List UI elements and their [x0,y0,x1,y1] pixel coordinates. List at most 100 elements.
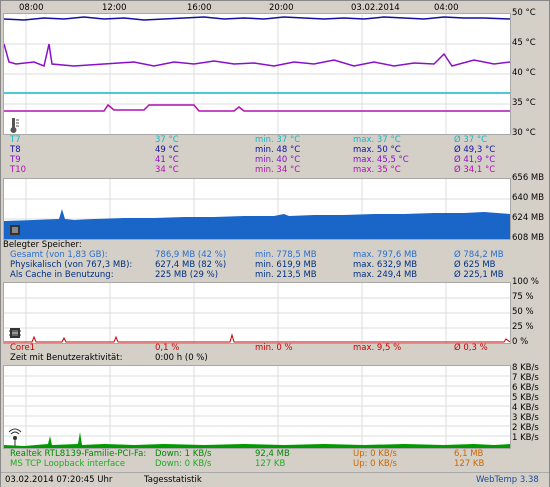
mem-avg: Ø 225,1 MB [454,270,504,280]
sensor-current: 37 °C [155,135,179,145]
net-down: Down: 1 KB/s [155,449,212,459]
net-name: MS TCP Loopback interface [10,459,126,469]
cpu-chip-icon [9,328,21,338]
cpu-legend: Core1 0,1 % min. 0 % max. 9,5 % Ø 0,3 % … [3,343,511,363]
webtemp-window: 08:00 12:00 16:00 20:00 03.02.2014 04:00 [0,0,550,487]
mem-min: min. 619,9 MB [255,260,317,270]
memory-graph [3,178,511,240]
net-y-6: 6 KB/s [512,383,539,393]
activity-value: 0:00 h (0 %) [155,353,208,363]
net-y-7: 7 KB/s [512,373,539,383]
net-down-total: 127 KB [255,459,286,469]
cpu-avg: Ø 0,3 % [454,343,488,353]
cpu-current: 0,1 % [155,343,180,353]
sensor-current: 49 °C [155,145,179,155]
status-datetime: 03.02.2014 07:20:45 Uhr [5,475,113,485]
realtek-down-area [4,432,510,448]
net-y-8: 8 KB/s [512,363,539,373]
temp-y-40: 40 °C [512,68,536,78]
time-label-1600: 16:00 [187,3,212,13]
sensor-name: T7 [10,135,21,145]
sensor-avg: Ø 37 °C [454,135,488,145]
network-antenna-icon [8,428,22,446]
sensor-current: 34 °C [155,165,179,175]
mem-y-640: 640 MB [512,193,545,203]
mem-max: max. 797,6 MB [353,250,418,260]
mem-current: 786,9 MB (42 %) [155,250,227,260]
sensor-avg: Ø 49,3 °C [454,145,496,155]
mem-avg: Ø 625 MB [454,260,496,270]
sensor-max: max. 35 °C [353,165,401,175]
net-up-total: 127 KB [454,459,485,469]
net-up: Up: 0 KB/s [353,449,397,459]
net-up: Up: 0 KB/s [353,459,397,469]
net-y-3: 3 KB/s [512,413,539,423]
mem-name: Gesamt (von 1,83 GB): [10,250,108,260]
mem-current: 225 MB (29 %) [155,270,219,280]
temp-y-35: 35 °C [512,98,536,108]
mem-y-624: 624 MB [512,213,545,223]
sensor-min: min. 37 °C [255,135,301,145]
net-y-5: 5 KB/s [512,393,539,403]
net-up-total: 6,1 MB [454,449,484,459]
time-label-2000: 20:00 [269,3,294,13]
cpu-graph [3,282,511,344]
temp-y-50: 50 °C [512,8,536,18]
t10-line [4,103,510,112]
net-y-2: 2 KB/s [512,423,539,433]
network-graph [3,365,511,449]
temperature-graph [3,13,511,135]
mem-name: Als Cache in Benutzung: [10,270,114,280]
time-label-0800: 08:00 [19,3,44,13]
memory-chip-icon [10,225,20,235]
memory-chart [4,179,510,239]
temperature-legend: T7 37 °C min. 37 °C max. 37 °C Ø 37 °C T… [3,135,511,177]
sensor-avg: Ø 34,1 °C [454,165,496,175]
brand-link[interactable]: WebTemp 3.38 [476,475,539,485]
net-down: Down: 0 KB/s [155,459,212,469]
status-bar: 03.02.2014 07:20:45 Uhr Tagesstatistik W… [1,472,549,487]
mem-y-608: 608 MB [512,233,545,243]
sensor-name: T8 [10,145,21,155]
network-chart [4,366,510,448]
network-legend: Realtek RTL8139-Familie-PCI-Fa: Down: 1 … [3,449,511,469]
core1-line [4,333,511,343]
cpu-y-25: 25 % [512,322,534,332]
net-y-1: 1 KB/s [512,433,539,443]
memory-header: Belegter Speicher: [3,240,82,250]
cpu-max: max. 9,5 % [353,343,402,353]
time-label-1200: 12:00 [102,3,127,13]
time-label-0400: 04:00 [434,3,459,13]
mem-max: max. 249,4 MB [353,270,418,280]
cpu-y-75: 75 % [512,292,534,302]
sensor-name: T9 [10,155,21,165]
sensor-max: max. 45,5 °C [353,155,409,165]
cpu-y-100: 100 % [512,277,540,287]
net-y-4: 4 KB/s [512,403,539,413]
mem-min: min. 778,5 MB [255,250,317,260]
sensor-name: T10 [10,165,27,175]
mem-current: 627,4 MB (82 %) [155,260,227,270]
sensor-max: max. 37 °C [353,135,401,145]
temp-y-45: 45 °C [512,38,536,48]
cpu-name: Core1 [10,343,36,353]
temp-y-30: 30 °C [512,128,536,138]
mem-name: Physikalisch (von 767,3 MB): [10,260,133,270]
cpu-chart [4,283,511,343]
cpu-y-50: 50 % [512,307,534,317]
mem-y-656: 656 MB [512,173,545,183]
activity-label: Zeit mit Benutzeraktivität: [10,353,123,363]
sensor-current: 41 °C [155,155,179,165]
cpu-y-0: 0 % [512,337,529,347]
tab-tagesstatistik[interactable]: Tagesstatistik [144,475,202,485]
sensor-min: min. 40 °C [255,155,301,165]
net-down-total: 92,4 MB [255,449,290,459]
memory-area [4,209,510,239]
sensor-max: max. 50 °C [353,145,401,155]
sensor-min: min. 34 °C [255,165,301,175]
cpu-min: min. 0 % [255,343,293,353]
t9-line [3,43,511,68]
mem-max: max. 632,9 MB [353,260,418,270]
memory-legend: Belegter Speicher: Gesamt (von 1,83 GB):… [3,240,511,280]
mem-avg: Ø 784,2 MB [454,250,504,260]
